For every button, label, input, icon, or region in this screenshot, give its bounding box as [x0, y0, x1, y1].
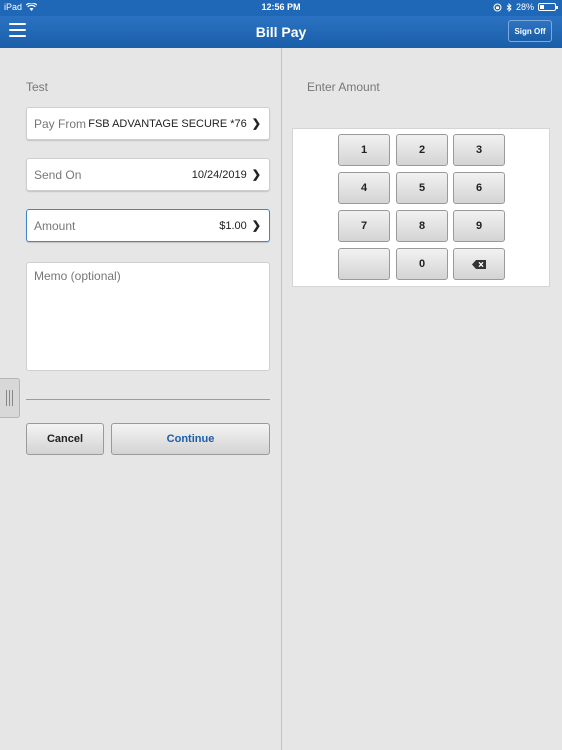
- cancel-button[interactable]: Cancel: [26, 423, 104, 455]
- chevron-right-icon: ❯: [251, 220, 261, 232]
- backspace-icon: [472, 259, 486, 269]
- key-3[interactable]: 3: [453, 134, 505, 166]
- bluetooth-icon: [506, 2, 512, 12]
- key-blank[interactable]: [338, 248, 390, 280]
- key-2[interactable]: 2: [396, 134, 448, 166]
- battery-icon: [538, 3, 558, 11]
- key-1[interactable]: 1: [338, 134, 390, 166]
- keypad-title: Enter Amount: [307, 80, 380, 94]
- key-5[interactable]: 5: [396, 172, 448, 204]
- pay-from-label: Pay From: [34, 116, 87, 131]
- form-divider: [26, 399, 270, 400]
- amount-label: Amount: [34, 218, 76, 233]
- send-on-value: 10/24/2019: [191, 168, 247, 181]
- page-title: Bill Pay: [255, 24, 307, 40]
- panel-drag-handle[interactable]: [0, 378, 20, 418]
- key-0[interactable]: 0: [396, 248, 448, 280]
- backspace-key[interactable]: [453, 248, 505, 280]
- chevron-right-icon: ❯: [251, 118, 261, 130]
- continue-button[interactable]: Continue: [111, 423, 270, 455]
- key-9[interactable]: 9: [453, 210, 505, 242]
- status-time: 12:56 PM: [261, 2, 301, 12]
- memo-input[interactable]: [26, 262, 270, 371]
- chevron-right-icon: ❯: [251, 169, 261, 181]
- keypad-pane: Enter Amount 1 2 3 4 5 6 7 8 9 0: [282, 48, 562, 750]
- payee-name: Test: [26, 80, 49, 94]
- pay-from-value: FSB ADVANTAGE SECURE *76: [88, 117, 247, 130]
- rotation-lock-icon: [493, 3, 502, 11]
- status-bar: iPad 12:56 PM 28%: [0, 0, 562, 16]
- bill-pay-form-pane: Test Pay From FSB ADVANTAGE SECURE *76 ❯…: [0, 48, 281, 750]
- nav-bar: Bill Pay Sign Off: [0, 16, 562, 48]
- pay-from-field[interactable]: Pay From FSB ADVANTAGE SECURE *76 ❯: [26, 107, 270, 140]
- numeric-keypad: 1 2 3 4 5 6 7 8 9 0: [292, 128, 550, 287]
- key-7[interactable]: 7: [338, 210, 390, 242]
- send-on-field[interactable]: Send On 10/24/2019 ❯: [26, 158, 270, 191]
- key-8[interactable]: 8: [396, 210, 448, 242]
- key-4[interactable]: 4: [338, 172, 390, 204]
- amount-value: $1.00: [219, 219, 247, 232]
- sign-off-button[interactable]: Sign Off: [508, 20, 552, 42]
- key-6[interactable]: 6: [453, 172, 505, 204]
- send-on-label: Send On: [34, 167, 82, 182]
- amount-field[interactable]: Amount $1.00 ❯: [26, 209, 270, 242]
- battery-percent: 28%: [515, 2, 534, 12]
